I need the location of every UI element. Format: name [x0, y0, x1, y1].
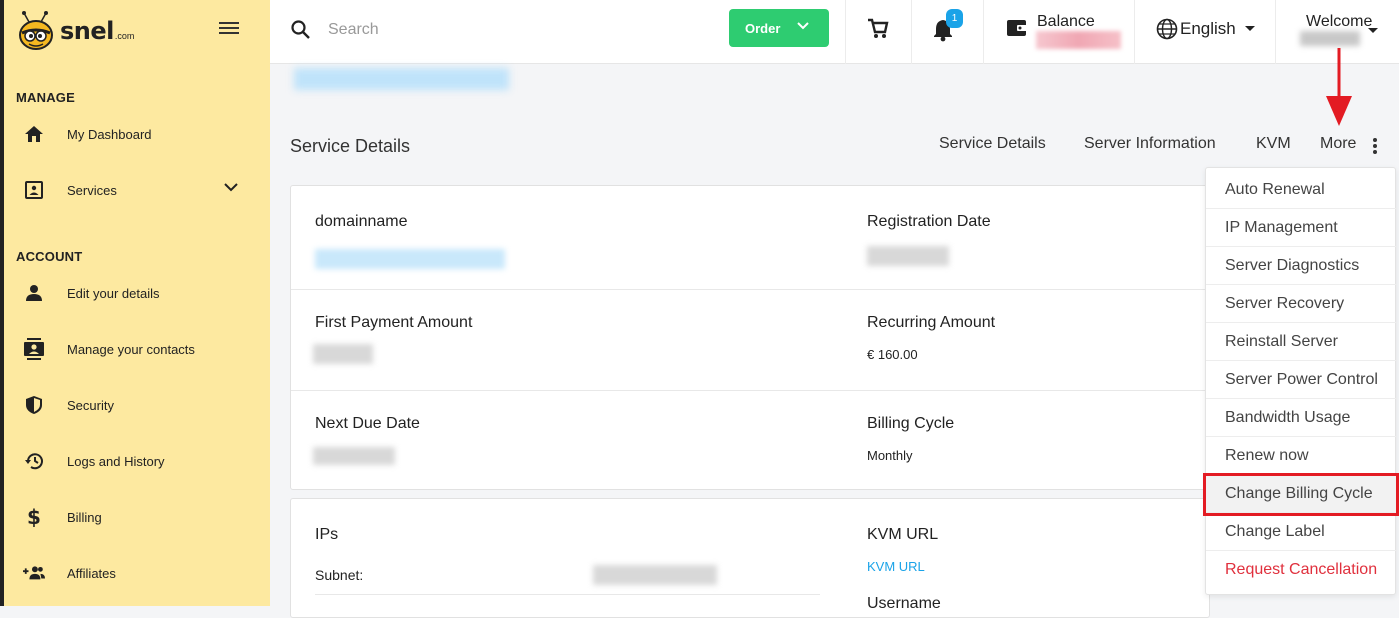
network-card: IPs Subnet: KVM URL KVM URL Username — [290, 498, 1210, 618]
domainname-value-redacted — [315, 249, 505, 269]
tab-kvm[interactable]: KVM — [1256, 135, 1291, 153]
sidebar-item-dashboard[interactable]: My Dashboard — [4, 114, 266, 154]
sidebar-item-label: Billing — [67, 509, 102, 525]
sidebar: snel .com MANAGE My Dashboard Services A… — [0, 0, 270, 606]
language-label: English — [1180, 19, 1236, 38]
brand-name: snel — [60, 17, 114, 45]
dollar-icon: $ — [23, 506, 45, 528]
sidebar-item-label: Logs and History — [67, 453, 165, 469]
search-icon[interactable] — [290, 19, 312, 41]
sidebar-item-edit-details[interactable]: Edit your details — [4, 273, 266, 313]
contacts-icon — [23, 338, 45, 360]
sidebar-item-label: Affiliates — [67, 565, 116, 581]
sidebar-item-billing[interactable]: $ Billing — [4, 497, 266, 537]
sidebar-item-contacts[interactable]: Manage your contacts — [4, 329, 266, 369]
sidebar-item-security[interactable]: Security — [4, 385, 266, 425]
notification-badge: 1 — [946, 9, 963, 28]
menu-item-server-power-control[interactable]: Server Power Control — [1206, 361, 1397, 399]
sidebar-item-label: Security — [67, 397, 114, 413]
globe-icon — [1156, 18, 1178, 40]
username-redacted — [1300, 31, 1360, 46]
menu-item-reinstall-server[interactable]: Reinstall Server — [1206, 323, 1397, 361]
subnet-label: Subnet: — [315, 567, 364, 583]
sidebar-item-label: Manage your contacts — [67, 341, 195, 357]
kvm-url-link[interactable]: KVM URL — [867, 559, 925, 574]
sidebar-item-label: Edit your details — [67, 285, 160, 301]
details-card: domainname Registration Date First Payme… — [290, 185, 1210, 490]
menu-item-bandwidth-usage[interactable]: Bandwidth Usage — [1206, 399, 1397, 437]
wallet-icon[interactable] — [1006, 18, 1028, 38]
history-icon — [23, 450, 45, 472]
registration-date-label: Registration Date — [867, 213, 991, 230]
recurring-amount-value: € 160.00 — [867, 347, 918, 362]
balance-label: Balance — [1037, 13, 1095, 30]
logo[interactable]: snel .com — [14, 6, 134, 56]
person-icon — [23, 282, 45, 304]
brand-domain: .com — [114, 31, 135, 41]
menu-toggle-icon[interactable] — [219, 19, 239, 37]
section-title-manage: MANAGE — [16, 90, 75, 105]
group-add-icon — [23, 562, 45, 584]
caret-down-icon[interactable] — [1367, 27, 1379, 35]
tab-service-details[interactable]: Service Details — [939, 135, 1046, 153]
username-label: Username — [867, 595, 941, 612]
first-payment-redacted — [313, 344, 373, 364]
registration-date-redacted — [867, 246, 949, 266]
order-button[interactable]: Order — [729, 9, 829, 47]
menu-item-auto-renewal[interactable]: Auto Renewal — [1206, 171, 1397, 209]
ips-label: IPs — [315, 526, 339, 543]
menu-item-server-diagnostics[interactable]: Server Diagnostics — [1206, 247, 1397, 285]
search-input[interactable] — [328, 16, 688, 44]
bee-logo-icon — [19, 11, 53, 50]
services-icon — [23, 179, 45, 201]
recurring-amount-label: Recurring Amount — [867, 314, 996, 331]
first-payment-label: First Payment Amount — [315, 314, 473, 331]
menu-item-server-recovery[interactable]: Server Recovery — [1206, 285, 1397, 323]
home-icon — [23, 123, 45, 145]
next-due-date-label: Next Due Date — [315, 415, 420, 432]
more-dropdown-menu: Auto Renewal IP Management Server Diagno… — [1205, 167, 1397, 595]
chevron-down-icon — [224, 183, 238, 192]
svg-text:$: $ — [27, 507, 41, 527]
arrow-annotation-icon — [1326, 48, 1352, 126]
sidebar-item-affiliates[interactable]: Affiliates — [4, 553, 266, 593]
order-button-label: Order — [745, 20, 781, 36]
shield-icon — [23, 394, 45, 416]
sidebar-item-services[interactable]: Services — [4, 170, 266, 210]
menu-item-request-cancellation[interactable]: Request Cancellation — [1206, 551, 1397, 589]
tab-more[interactable]: More — [1320, 135, 1356, 153]
cart-icon[interactable] — [867, 18, 889, 40]
tab-server-information[interactable]: Server Information — [1084, 135, 1216, 153]
sidebar-item-label: Services — [67, 182, 117, 198]
menu-item-ip-management[interactable]: IP Management — [1206, 209, 1397, 247]
kvm-url-label: KVM URL — [867, 526, 939, 543]
breadcrumb-redacted — [294, 68, 509, 90]
top-bar: Order 1 Balance English Welcome — [270, 0, 1399, 64]
billing-cycle-value: Monthly — [867, 448, 913, 463]
balance-value-redacted — [1036, 31, 1121, 49]
next-due-date-redacted — [313, 447, 395, 465]
sidebar-item-label: My Dashboard — [67, 126, 152, 142]
menu-item-change-label[interactable]: Change Label — [1206, 513, 1397, 551]
language-selector[interactable]: English — [1156, 18, 1256, 40]
more-vert-icon[interactable] — [1368, 136, 1382, 156]
menu-item-renew-now[interactable]: Renew now — [1206, 437, 1397, 475]
caret-down-icon — [1244, 26, 1255, 31]
section-title-account: ACCOUNT — [16, 249, 83, 264]
billing-cycle-label: Billing Cycle — [867, 415, 955, 432]
chevron-down-icon — [797, 22, 809, 30]
highlight-annotation-box — [1203, 473, 1399, 516]
subnet-value-redacted — [593, 565, 717, 585]
sidebar-item-logs[interactable]: Logs and History — [4, 441, 266, 481]
domainname-label: domainname — [315, 213, 408, 230]
welcome-label[interactable]: Welcome — [1306, 13, 1372, 31]
page-title: Service Details — [290, 136, 411, 156]
